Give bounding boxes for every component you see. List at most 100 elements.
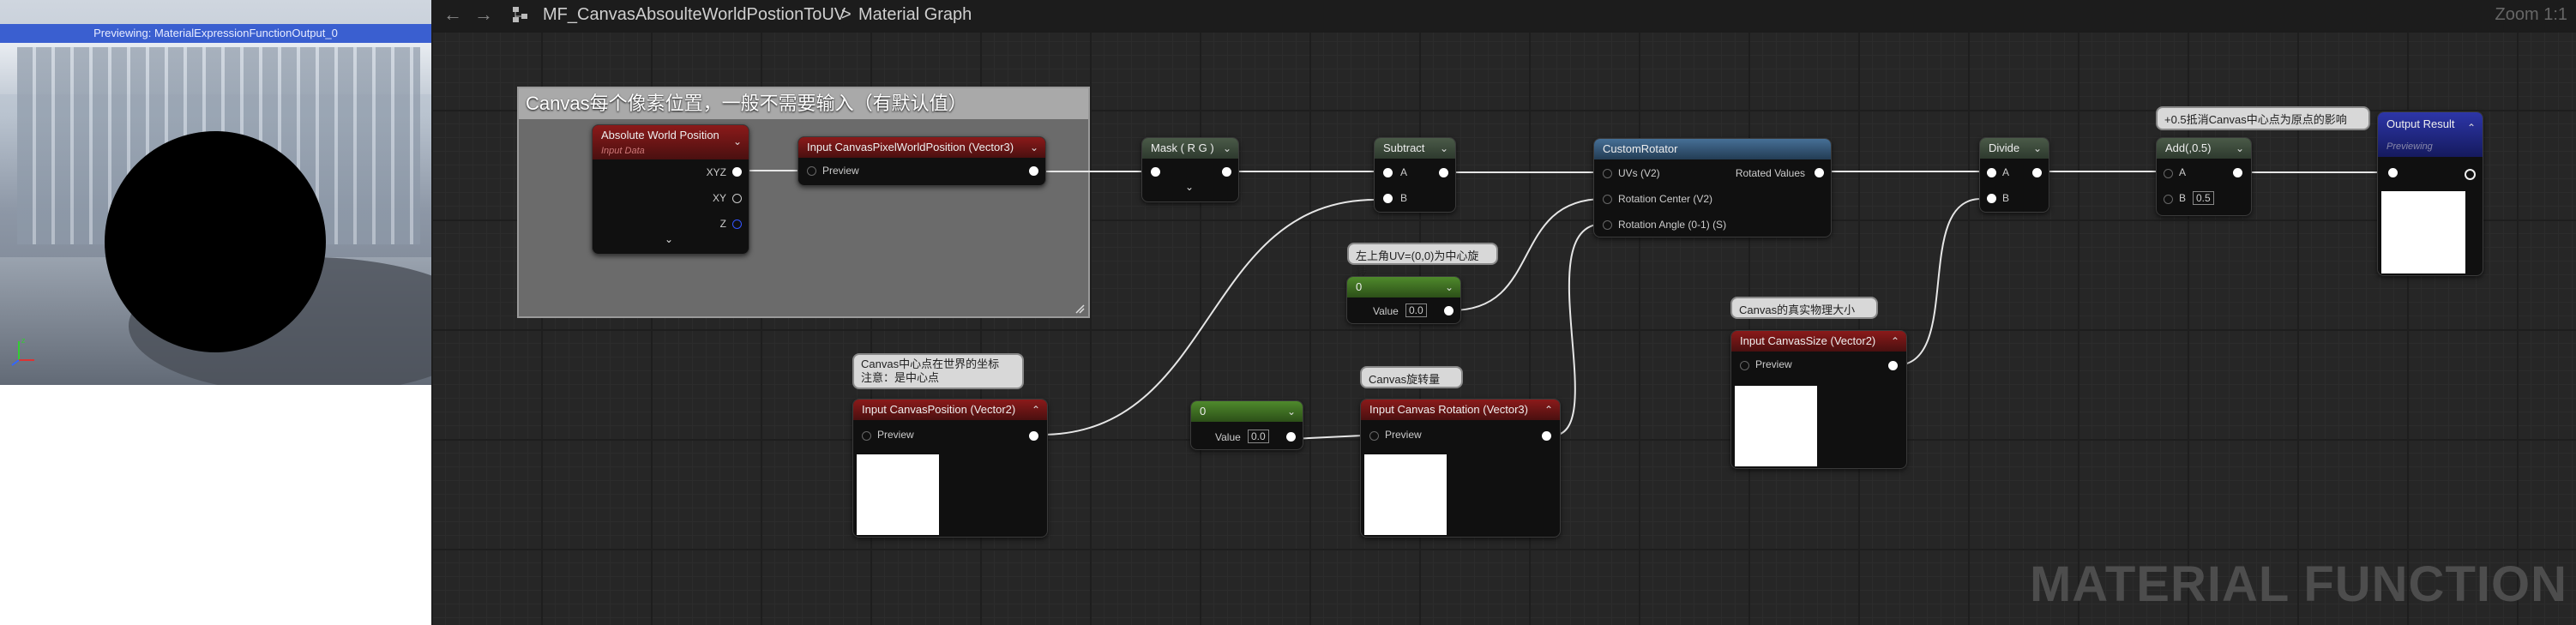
node-preview-thumbnail	[1364, 454, 1447, 535]
pin-label: XY	[712, 192, 726, 204]
node-input-canvas-rotation[interactable]: Input Canvas Rotation (Vector3) ⌃ Preview	[1360, 399, 1561, 538]
input-pin-preview[interactable]	[807, 166, 816, 176]
node-absolute-world-position[interactable]: Absolute World Position Input Data ⌄ XYZ…	[592, 124, 749, 255]
node-preview-thumbnail	[1735, 386, 1817, 466]
input-pin-preview[interactable]	[1740, 361, 1749, 370]
comment-bubble-rotation-center[interactable]: 左上角UV=(0,0)为中心旋转	[1347, 243, 1498, 279]
node-header[interactable]: 0 ⌄	[1347, 277, 1460, 297]
output-pin-z[interactable]	[732, 219, 742, 229]
node-subtitle: Previewing	[2386, 141, 2433, 152]
pin-label: Rotation Center (V2)	[1618, 193, 1713, 205]
chevron-up-icon[interactable]: ⌃	[1032, 400, 1040, 420]
input-pin-rotation-angle[interactable]	[1603, 220, 1612, 230]
node-header[interactable]: 0 ⌄	[1191, 401, 1303, 422]
chevron-up-icon[interactable]: ⌃	[1891, 331, 1899, 352]
input-pin-a[interactable]	[1987, 168, 1996, 177]
input-pin-b[interactable]	[2164, 195, 2173, 204]
input-pin[interactable]	[2388, 168, 2398, 177]
chevron-down-icon[interactable]: ⌄	[665, 233, 673, 245]
input-pin-b[interactable]	[1987, 194, 1996, 203]
chevron-down-icon[interactable]: ⌄	[733, 134, 742, 149]
node-output-result[interactable]: Output Result Previewing ⌃	[2377, 111, 2483, 276]
output-pin[interactable]	[1444, 306, 1454, 316]
chevron-down-icon[interactable]: ⌄	[1223, 138, 1231, 159]
node-title: 0	[1200, 405, 1207, 418]
node-header[interactable]: Output Result Previewing ⌃	[2378, 112, 2483, 157]
value-field[interactable]: 0.0	[1248, 430, 1269, 443]
chevron-down-icon[interactable]: ⌄	[1287, 401, 1296, 422]
node-title: Mask ( R G )	[1151, 141, 1214, 154]
input-pin-a[interactable]	[1383, 168, 1393, 177]
comment-line: 注意：是中心点	[861, 371, 940, 384]
comment-bubble-canvas-rotation[interactable]: Canvas旋转量	[1360, 366, 1463, 388]
pin-label: B	[1400, 192, 1408, 204]
node-input-canvas-pixel-world-position[interactable]: Input CanvasPixelWorldPosition (Vector3)…	[797, 136, 1046, 186]
input-pin-uvs[interactable]	[1603, 169, 1612, 178]
output-pin[interactable]	[1542, 431, 1551, 441]
node-mask[interactable]: Mask ( R G ) ⌄ ⌄	[1141, 137, 1239, 202]
node-header[interactable]: Input CanvasPixelWorldPosition (Vector3)…	[798, 137, 1045, 158]
pin-label: Preview	[1385, 429, 1422, 441]
output-pin-xy[interactable]	[732, 194, 742, 203]
input-pin-preview[interactable]	[862, 431, 871, 441]
node-header[interactable]: Divide ⌄	[1980, 138, 2049, 159]
output-pin[interactable]	[2465, 169, 2476, 180]
chevron-down-icon[interactable]: ⌄	[1185, 181, 1194, 193]
output-pin[interactable]	[2032, 168, 2042, 177]
output-pin[interactable]	[1029, 431, 1038, 441]
comment-bubble-add[interactable]: +0.5抵消Canvas中心点为原点的影响	[2156, 106, 2370, 130]
node-header[interactable]: Mask ( R G ) ⌄	[1142, 138, 1238, 159]
node-title: Divide	[1989, 141, 2020, 154]
chevron-up-icon[interactable]: ⌃	[2467, 119, 2476, 136]
output-pin[interactable]	[1286, 432, 1296, 442]
output-pin[interactable]	[1222, 167, 1231, 177]
chevron-down-icon[interactable]: ⌄	[1445, 277, 1454, 297]
node-add[interactable]: Add(,0.5) ⌄ A B 0.5	[2156, 137, 2252, 216]
input-pin-rotation-center[interactable]	[1603, 195, 1612, 204]
pin-label: Rotated Values	[1735, 167, 1805, 179]
pin-label: Preview	[822, 165, 859, 177]
node-input-canvas-size[interactable]: Input CanvasSize (Vector2) ⌃ Preview	[1730, 330, 1907, 469]
node-header[interactable]: Add(,0.5) ⌄	[2157, 138, 2251, 159]
node-input-canvas-position[interactable]: Input CanvasPosition (Vector2) ⌃ Preview	[852, 399, 1048, 538]
output-pin[interactable]	[1029, 166, 1038, 176]
node-constant-rotation-center[interactable]: 0 ⌄ Value 0.0	[1346, 276, 1461, 324]
node-subtitle: Input Data	[601, 146, 645, 156]
node-header[interactable]: CustomRotator	[1594, 139, 1831, 159]
input-pin-preview[interactable]	[1369, 431, 1379, 441]
value-label: Value	[1373, 305, 1399, 317]
node-header[interactable]: Absolute World Position Input Data ⌄	[593, 125, 749, 159]
node-header[interactable]: Input CanvasSize (Vector2) ⌃	[1731, 331, 1906, 352]
node-custom-rotator[interactable]: CustomRotator UVs (V2) Rotated Values Ro…	[1593, 138, 1832, 237]
node-title: Add(,0.5)	[2165, 141, 2212, 154]
chevron-down-icon[interactable]: ⌄	[1440, 138, 1448, 159]
node-header[interactable]: Input CanvasPosition (Vector2) ⌃	[853, 400, 1047, 420]
input-pin-a[interactable]	[2164, 169, 2173, 178]
node-constant-rotation[interactable]: 0 ⌄ Value 0.0	[1190, 400, 1303, 450]
chevron-up-icon[interactable]: ⌃	[1544, 400, 1553, 420]
node-header[interactable]: Subtract ⌄	[1375, 138, 1455, 159]
b-value-field[interactable]: 0.5	[2193, 191, 2214, 205]
output-pin-rotated-values[interactable]	[1815, 168, 1824, 177]
node-title: Absolute World Position	[601, 129, 719, 141]
output-pin[interactable]	[2233, 168, 2242, 177]
value-label: Value	[1215, 431, 1241, 443]
node-subtract[interactable]: Subtract ⌄ A B	[1374, 137, 1456, 213]
node-title: Input CanvasSize (Vector2)	[1740, 334, 1876, 347]
output-pin-xyz[interactable]	[732, 167, 742, 177]
node-wires	[739, 170, 2390, 440]
output-pin[interactable]	[1888, 361, 1898, 370]
comment-bubble-canvas-position[interactable]: Canvas中心点在世界的坐标 注意：是中心点	[852, 353, 1024, 389]
node-divide[interactable]: Divide ⌄ A B	[1979, 137, 2049, 213]
node-header[interactable]: Input Canvas Rotation (Vector3) ⌃	[1361, 400, 1560, 420]
comment-bubble-canvas-size[interactable]: Canvas的真实物理大小	[1730, 297, 1878, 319]
pin-label: B	[2002, 192, 2010, 204]
output-pin[interactable]	[1439, 168, 1448, 177]
input-pin[interactable]	[1151, 167, 1160, 177]
node-title: Input CanvasPosition (Vector2)	[862, 403, 1016, 416]
chevron-down-icon[interactable]: ⌄	[2236, 138, 2244, 159]
value-field[interactable]: 0.0	[1405, 303, 1427, 317]
chevron-down-icon[interactable]: ⌄	[1030, 137, 1038, 158]
chevron-down-icon[interactable]: ⌄	[2033, 138, 2042, 159]
input-pin-b[interactable]	[1383, 194, 1393, 203]
